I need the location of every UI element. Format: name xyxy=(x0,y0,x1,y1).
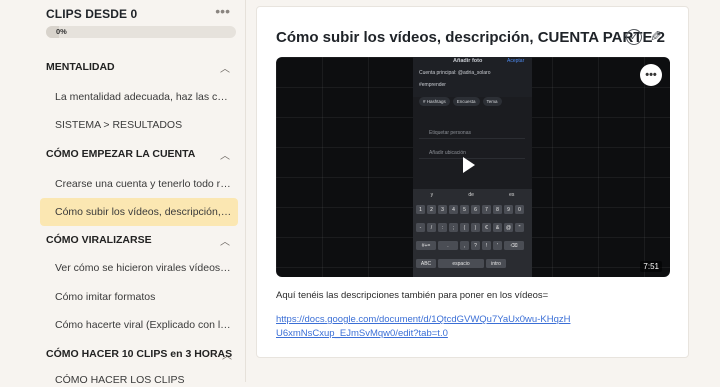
suggestion: es xyxy=(509,192,515,198)
lesson-content: Cómo subir los vídeos, descripción, CUEN… xyxy=(256,6,689,358)
key: 8 xyxy=(493,205,502,214)
keyboard-row: 1 2 3 4 5 6 7 8 9 0 xyxy=(416,205,524,214)
key: ; xyxy=(449,223,458,232)
course-progress-bar: 0% xyxy=(46,26,236,38)
phone-account-line: Cuenta principal: @adria_solaro xyxy=(419,70,491,76)
lesson-item[interactable]: Cómo imitar formatos xyxy=(40,283,238,311)
lesson-label: Cómo hacerte viral (Explicado con la Es.… xyxy=(55,319,233,331)
chip: # Hashtags xyxy=(419,97,450,106)
key: 6 xyxy=(471,205,480,214)
keyboard-suggestions: y de es xyxy=(413,192,532,198)
section-como-empezar[interactable]: CÓMO EMPEZAR LA CUENTA ︿ xyxy=(40,142,238,166)
key: 9 xyxy=(504,205,513,214)
section-label: CÓMO EMPEZAR LA CUENTA xyxy=(46,148,196,160)
lesson-item-active[interactable]: Cómo subir los vídeos, descripción, CUE.… xyxy=(40,198,238,226)
key: @ xyxy=(504,223,513,232)
pencil-icon[interactable]: ✎ xyxy=(650,28,662,45)
phone-chips: # Hashtags Encuesta Tema xyxy=(419,97,502,106)
more-horizontal-icon[interactable]: ••• xyxy=(215,3,230,19)
key: #+= xyxy=(416,241,436,250)
section-como-hacer-10-clips[interactable]: CÓMO HACER 10 CLIPS en 3 HORAS ︿ xyxy=(40,342,238,366)
key: ABC xyxy=(416,259,436,268)
key: ! xyxy=(482,241,491,250)
chevron-up-icon: ︿ xyxy=(220,151,230,162)
phone-row-label: Añadir ubicación xyxy=(429,150,466,156)
chip: Encuesta xyxy=(452,97,480,106)
lesson-label: SISTEMA > RESULTADOS xyxy=(55,119,183,131)
lesson-item[interactable]: CÓMO HACER LOS CLIPS xyxy=(40,373,238,387)
lesson-label: CÓMO HACER LOS CLIPS xyxy=(55,374,185,386)
progress-label: 0% xyxy=(56,27,67,36)
key: espacio xyxy=(438,259,484,268)
check-circle-icon[interactable]: ✓ xyxy=(626,29,642,45)
phone-header-action: Aceptar xyxy=(507,58,525,64)
key: 2 xyxy=(427,205,436,214)
key: ) xyxy=(471,223,480,232)
lesson-label: Ver cómo se hicieron virales vídeos(o no… xyxy=(55,262,233,274)
key: € xyxy=(482,223,491,232)
chevron-up-icon: ︿ xyxy=(220,64,230,75)
lesson-label: Cómo subir los vídeos, descripción, CUE.… xyxy=(55,206,233,218)
play-icon[interactable] xyxy=(463,157,475,173)
key: . xyxy=(438,241,458,250)
key: 1 xyxy=(416,205,425,214)
key: 5 xyxy=(460,205,469,214)
key: 0 xyxy=(515,205,524,214)
section-label: CÓMO VIRALIZARSE xyxy=(46,234,152,246)
course-header: CLIPS DESDE 0 ••• xyxy=(46,3,236,21)
document-link[interactable]: https://docs.google.com/document/d/1Qtcd… xyxy=(276,313,576,340)
key: / xyxy=(427,223,436,232)
course-title: CLIPS DESDE 0 xyxy=(46,7,138,21)
lesson-label: Cómo imitar formatos xyxy=(55,291,156,303)
lesson-description: Aquí tenéis las descripciones también pa… xyxy=(276,290,549,301)
key: intro xyxy=(486,259,506,268)
key: : xyxy=(438,223,447,232)
lesson-item[interactable]: Crearse una cuenta y tenerlo todo regist… xyxy=(40,170,238,198)
key: ( xyxy=(460,223,469,232)
key: & xyxy=(493,223,502,232)
key: " xyxy=(515,223,524,232)
video-player[interactable]: Añadir foto Aceptar Cuenta principal: @a… xyxy=(276,57,670,277)
section-label: CÓMO HACER 10 CLIPS en 3 HORAS xyxy=(46,348,233,360)
key: , xyxy=(460,241,469,250)
keyboard-row: ABC espacio intro xyxy=(416,259,506,268)
phone-header-title: Añadir foto xyxy=(453,58,483,64)
section-como-viralizarse[interactable]: CÓMO VIRALIZARSE ︿ xyxy=(40,228,238,252)
phone-row: Etiquetar personas xyxy=(419,129,525,139)
key: 7 xyxy=(482,205,491,214)
phone-hashtag: #emprender xyxy=(419,82,446,88)
lesson-item[interactable]: SISTEMA > RESULTADOS xyxy=(40,111,238,139)
section-mentalidad[interactable]: MENTALIDAD ︿ xyxy=(40,55,238,79)
phone-header: Añadir foto Aceptar Cuenta principal: @a… xyxy=(413,57,532,97)
video-duration: 7:51 xyxy=(640,261,662,272)
key: ? xyxy=(471,241,480,250)
key: 4 xyxy=(449,205,458,214)
chevron-up-icon: ︿ xyxy=(222,351,232,362)
lesson-item[interactable]: Ver cómo se hicieron virales vídeos(o no… xyxy=(40,254,238,282)
chevron-up-icon: ︿ xyxy=(220,237,230,248)
lesson-title: Cómo subir los vídeos, descripción, CUEN… xyxy=(276,29,665,46)
section-label: MENTALIDAD xyxy=(46,61,115,73)
keyboard-row: #+= . , ? ! ' ⌫ xyxy=(416,241,524,250)
suggestion: de xyxy=(468,192,474,198)
lesson-label: La mentalidad adecuada, haz las cosas ..… xyxy=(55,91,233,103)
key: ' xyxy=(493,241,502,250)
key: ⌫ xyxy=(504,241,524,250)
more-horizontal-icon[interactable]: ••• xyxy=(640,64,662,86)
lesson-item[interactable]: La mentalidad adecuada, haz las cosas ..… xyxy=(40,83,238,111)
lesson-item[interactable]: Cómo hacerte viral (Explicado con la Es.… xyxy=(40,311,238,339)
phone-row-label: Etiquetar personas xyxy=(429,130,471,136)
key: - xyxy=(416,223,425,232)
lesson-label: Crearse una cuenta y tenerlo todo regist… xyxy=(55,178,233,190)
keyboard-row: - / : ; ( ) € & @ " xyxy=(416,223,524,232)
chip: Tema xyxy=(482,97,502,106)
course-sidebar: CLIPS DESDE 0 ••• 0% MENTALIDAD ︿ La men… xyxy=(0,0,246,386)
key: 3 xyxy=(438,205,447,214)
suggestion: y xyxy=(430,192,434,198)
